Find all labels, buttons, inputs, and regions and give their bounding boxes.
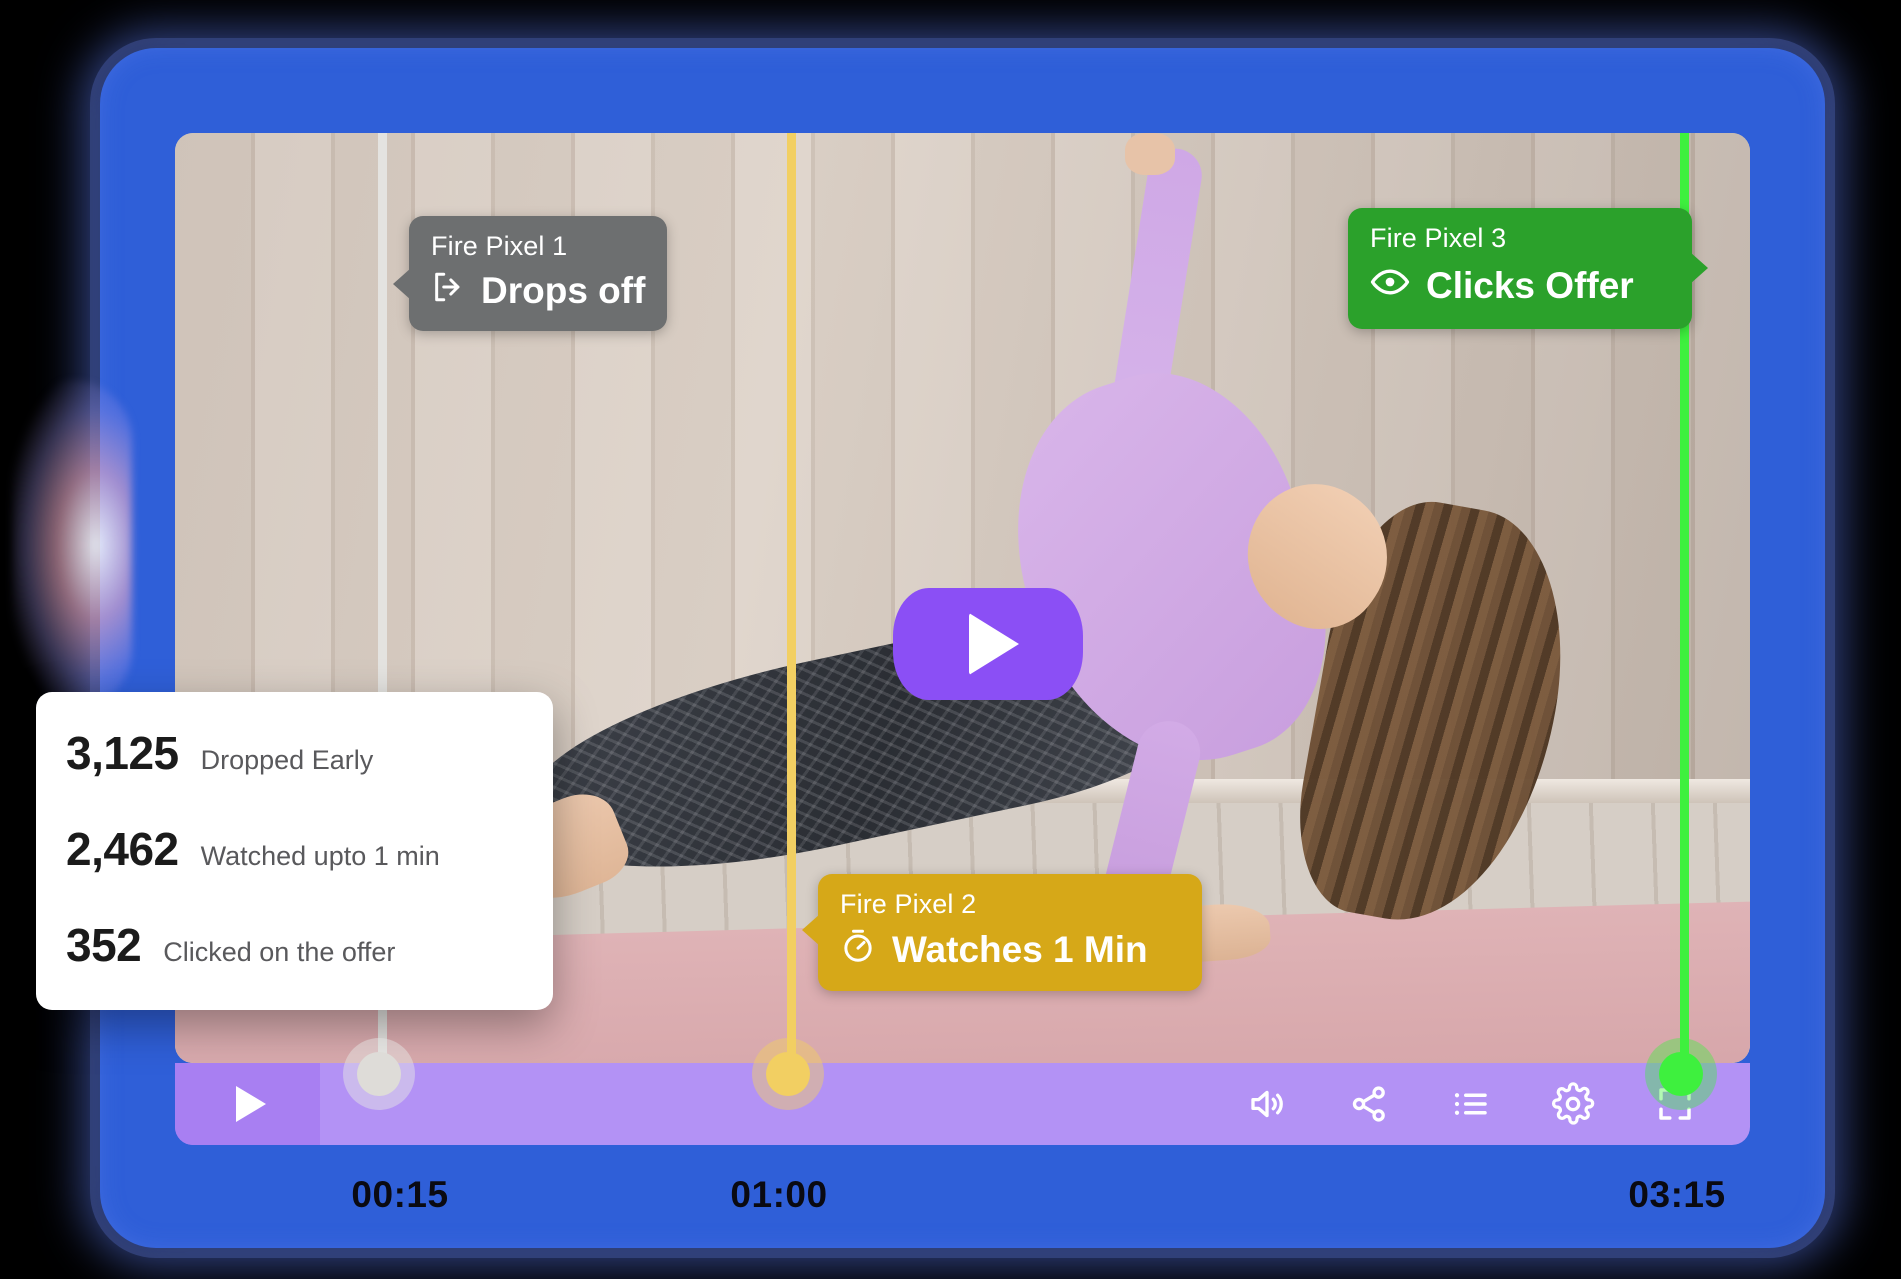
timestamp-label-2: 01:00 bbox=[730, 1174, 828, 1215]
stopwatch-icon bbox=[840, 928, 876, 973]
logout-icon bbox=[431, 270, 465, 313]
stat-value: 352 bbox=[66, 919, 142, 971]
pixel-tooltip-2[interactable]: Fire Pixel 2 Watches 1 Min bbox=[802, 874, 1202, 991]
stat-row: 2,462 Watched upto 1 min bbox=[66, 822, 523, 876]
tooltip-tail bbox=[1690, 252, 1708, 284]
progress-track[interactable] bbox=[320, 1063, 1244, 1145]
tooltip-tail bbox=[802, 914, 820, 946]
stat-value: 2,462 bbox=[66, 823, 179, 875]
video-control-bar[interactable] bbox=[175, 1063, 1750, 1145]
volume-icon[interactable] bbox=[1244, 1081, 1290, 1127]
center-play-button[interactable] bbox=[893, 588, 1083, 700]
screenshot-root: Fire Pixel 1 Drops off Fire Pixel 2 Watc… bbox=[0, 0, 1901, 1279]
timeline-marker-line-2 bbox=[787, 133, 796, 1063]
analytics-stats-card: 3,125 Dropped Early 2,462 Watched upto 1… bbox=[36, 692, 553, 1010]
pixel-tooltip-1-action: Drops off bbox=[481, 270, 646, 312]
play-button[interactable] bbox=[175, 1063, 320, 1145]
pixel-tooltip-1-title: Fire Pixel 1 bbox=[431, 231, 568, 261]
pixel-tooltip-2-title: Fire Pixel 2 bbox=[840, 889, 977, 919]
eye-icon bbox=[1370, 262, 1410, 311]
stat-label: Dropped Early bbox=[200, 745, 374, 775]
tooltip-tail bbox=[393, 268, 411, 300]
stat-value: 3,125 bbox=[66, 727, 179, 779]
play-icon bbox=[235, 1086, 266, 1122]
pixel-tooltip-3-action-row: Clicks Offer bbox=[1370, 262, 1670, 311]
pixel-tooltip-3-title: Fire Pixel 3 bbox=[1370, 223, 1507, 253]
pixel-tooltip-1[interactable]: Fire Pixel 1 Drops off bbox=[393, 216, 667, 331]
share-icon[interactable] bbox=[1346, 1081, 1392, 1127]
pixel-tooltip-2-action: Watches 1 Min bbox=[892, 929, 1148, 971]
timestamp-label-1: 00:15 bbox=[351, 1174, 449, 1215]
timestamp-label-3: 03:15 bbox=[1628, 1174, 1726, 1215]
stat-label: Clicked on the offer bbox=[163, 937, 396, 967]
playlist-icon[interactable] bbox=[1448, 1081, 1494, 1127]
pixel-tooltip-1-action-row: Drops off bbox=[431, 270, 645, 313]
stat-row: 3,125 Dropped Early bbox=[66, 726, 523, 780]
stat-row: 352 Clicked on the offer bbox=[66, 918, 523, 972]
play-icon bbox=[969, 613, 1019, 675]
pixel-tooltip-2-action-row: Watches 1 Min bbox=[840, 928, 1180, 973]
pixel-tooltip-3[interactable]: Fire Pixel 3 Clicks Offer bbox=[1348, 208, 1708, 329]
control-icon-group bbox=[1244, 1063, 1750, 1145]
fullscreen-icon[interactable] bbox=[1652, 1081, 1698, 1127]
settings-gear-icon[interactable] bbox=[1550, 1081, 1596, 1127]
pixel-tooltip-3-action: Clicks Offer bbox=[1426, 265, 1634, 307]
stat-label: Watched upto 1 min bbox=[200, 841, 440, 871]
